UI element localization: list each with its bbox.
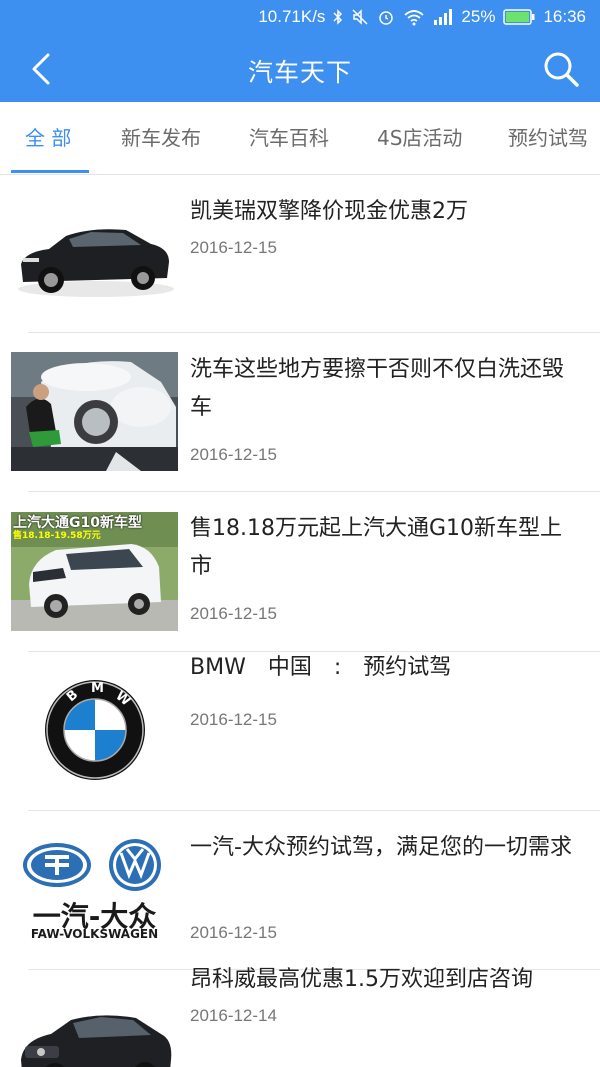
list-item[interactable]: 上汽大通G10新车型 售18.18-19.58万元 售18.18万元起上汽大通G…	[0, 492, 600, 652]
alarm-icon	[379, 11, 394, 25]
article-thumbnail	[11, 194, 178, 313]
tab-new-car-release[interactable]: 新车发布	[121, 102, 201, 174]
battery-percent: 25%	[461, 7, 496, 26]
app-bar: 汽车天下	[0, 36, 600, 102]
faw-vw-english-wordmark: FAW-VOLKSWAGEN	[30, 927, 159, 941]
wifi-icon	[404, 10, 425, 26]
article-date: 2016-12-15	[190, 604, 277, 623]
article-title: 洗车这些地方要擦干否则不仅白洗还毁车	[190, 357, 565, 420]
category-tabs: 全 部 新车发布 汽车百科 4S店活动 预约试驾	[0, 102, 600, 175]
article-date: 2016-12-14	[190, 1006, 277, 1025]
list-item[interactable]: 一汽-大众 FAW-VOLKSWAGEN 一汽-大众预约试驾，满足您的一切需求 …	[0, 811, 600, 970]
black-sedan-image	[18, 229, 174, 297]
page-title: 汽车天下	[247, 58, 352, 87]
battery-icon	[503, 9, 535, 25]
bluetooth-icon	[333, 9, 343, 25]
article-date: 2016-12-15	[190, 923, 277, 942]
article-title: 昂科威最高优惠1.5万欢迎到店咨询	[190, 967, 533, 992]
mute-icon	[352, 9, 368, 25]
search-icon[interactable]	[540, 48, 582, 90]
article-title: 售18.18万元起上汽大通G10新车型上市	[190, 516, 563, 579]
bmw-logo: B M W	[45, 680, 145, 780]
black-suv-image	[21, 1015, 172, 1067]
tab-car-encyclopedia[interactable]: 汽车百科	[249, 102, 329, 174]
article-date: 2016-12-15	[190, 238, 277, 257]
list-item[interactable]: 洗车这些地方要擦干否则不仅白洗还毁车 2016-12-15	[0, 333, 600, 492]
clock-time: 16:36	[543, 7, 586, 26]
network-speed: 10.71K/s	[258, 7, 326, 26]
article-title: 凯美瑞双擎降价现金优惠2万	[190, 199, 468, 224]
tab-test-drive-booking[interactable]: 预约试驾	[508, 102, 588, 174]
list-item[interactable]: 凯美瑞双擎降价现金优惠2万 2016-12-15	[0, 174, 600, 333]
article-thumbnail: B M W	[11, 672, 178, 791]
tab-4s-store-events[interactable]: 4S店活动	[377, 102, 462, 174]
status-bar: 10.71K/s 25% 16:36	[0, 0, 600, 36]
car-wash-image	[11, 352, 178, 471]
tab-all[interactable]: 全 部	[25, 102, 71, 174]
article-date: 2016-12-15	[190, 445, 277, 464]
article-date: 2016-12-15	[190, 710, 277, 729]
article-thumbnail	[11, 352, 178, 471]
active-tab-indicator	[11, 170, 89, 173]
article-title: 一汽-大众预约试驾，满足您的一切需求	[190, 835, 572, 860]
list-item[interactable]: B M W BMW 中国 : 预约试驾 2016-12-15	[0, 652, 600, 811]
svg-text:M: M	[91, 681, 104, 696]
list-item[interactable]: 昂科威最高优惠1.5万欢迎到店咨询 2016-12-14	[0, 967, 600, 1067]
article-title: BMW 中国 : 预约试驾	[190, 655, 452, 680]
thumbnail-banner-price: 售18.18-19.58万元	[13, 531, 101, 541]
status-icons: 10.71K/s 25% 16:36	[258, 7, 586, 27]
article-thumbnail: 一汽-大众 FAW-VOLKSWAGEN	[11, 829, 178, 948]
article-thumbnail	[11, 990, 178, 1067]
article-thumbnail: 上汽大通G10新车型 售18.18-19.58万元	[11, 512, 178, 631]
signal-icon	[434, 9, 453, 25]
